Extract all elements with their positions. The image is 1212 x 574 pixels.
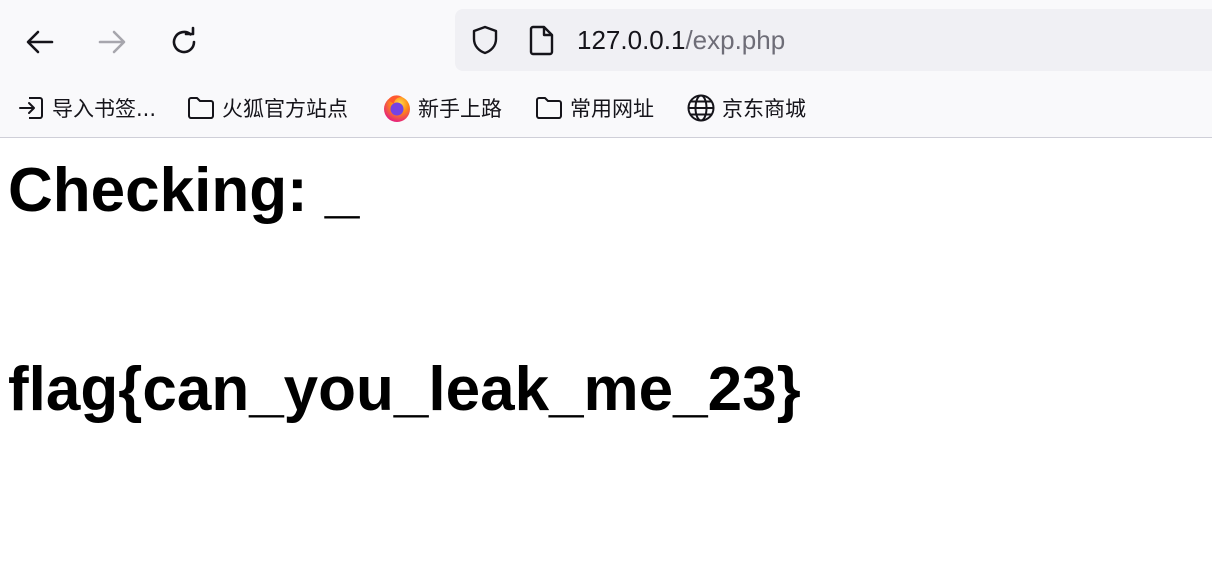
tracking-protection-button[interactable] (469, 9, 501, 71)
arrow-left-icon (26, 30, 54, 54)
bookmark-label: 导入书签... (52, 97, 157, 121)
arrow-right-icon (98, 30, 126, 54)
url-host: 127.0.0.1 (577, 25, 686, 55)
page-icon (529, 25, 554, 56)
bookmark-label: 京东商城 (722, 97, 806, 121)
globe-icon (686, 93, 716, 123)
checking-heading: Checking: _ (8, 156, 360, 225)
flag-heading: flag{can_you_leak_me_23} (8, 355, 801, 424)
site-info-button[interactable] (527, 9, 557, 71)
url-path: /exp.php (685, 25, 786, 55)
bookmark-label: 新手上路 (418, 97, 502, 121)
forward-button[interactable] (92, 22, 132, 62)
back-button[interactable] (20, 22, 60, 62)
browser-chrome: 127.0.0.1/exp.php 导入书签... 火狐官方站点 新手上路 常用… (0, 0, 1212, 138)
reload-icon (172, 26, 196, 54)
bookmark-label: 常用网址 (570, 97, 654, 121)
folder-icon (186, 93, 216, 123)
bookmark-label: 火狐官方站点 (222, 97, 348, 121)
url-text[interactable]: 127.0.0.1/exp.php (577, 9, 785, 71)
shield-icon (472, 25, 498, 55)
bookmark-import[interactable]: 导入书签... (16, 92, 156, 124)
import-icon (16, 93, 46, 123)
firefox-icon (382, 93, 412, 123)
bookmark-jd[interactable]: 京东商城 (686, 92, 806, 124)
folder-icon (534, 93, 564, 123)
reload-button[interactable] (164, 22, 204, 62)
bookmark-common-sites[interactable]: 常用网址 (534, 92, 654, 124)
bookmark-firefox-official[interactable]: 火狐官方站点 (186, 92, 348, 124)
url-bar[interactable]: 127.0.0.1/exp.php (455, 9, 1212, 71)
bookmarks-toolbar: 导入书签... 火狐官方站点 新手上路 常用网址 京东商城 (0, 82, 1212, 134)
bookmark-getting-started[interactable]: 新手上路 (382, 92, 502, 124)
